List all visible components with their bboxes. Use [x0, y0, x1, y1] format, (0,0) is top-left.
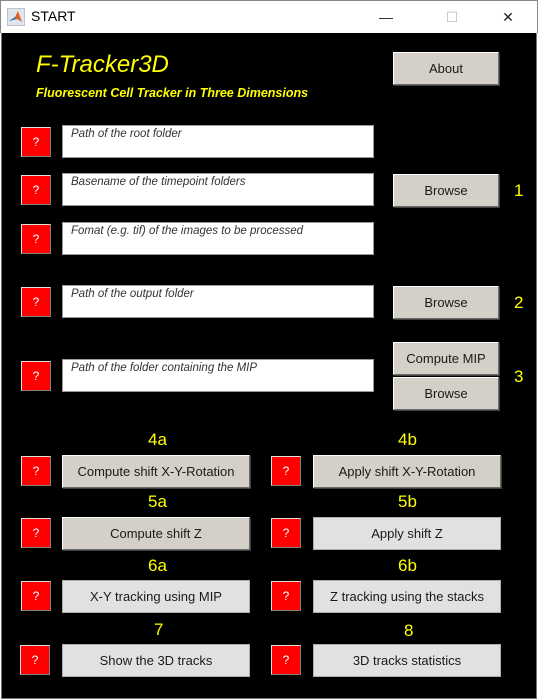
format-field[interactable]: Fomat (e.g. tif) of the images to be pro… — [62, 222, 374, 255]
apply-shift-xy-rotation-button[interactable]: Apply shift X-Y-Rotation — [313, 455, 501, 488]
help-button-output-folder[interactable]: ? — [21, 287, 51, 317]
matlab-icon — [7, 8, 25, 26]
z-tracking-stacks-button[interactable]: Z tracking using the stacks — [313, 580, 501, 613]
xy-tracking-mip-button[interactable]: X-Y tracking using MIP — [62, 580, 250, 613]
help-button-root-folder[interactable]: ? — [21, 127, 51, 157]
minimize-button[interactable]: — — [363, 1, 409, 33]
help-button-5a[interactable]: ? — [21, 518, 51, 548]
help-button-4b[interactable]: ? — [271, 456, 301, 486]
help-button-format[interactable]: ? — [21, 224, 51, 254]
output-folder-field[interactable]: Path of the output folder — [62, 285, 374, 318]
step-number-8: 8 — [404, 621, 414, 640]
browse-button-3[interactable]: Browse — [393, 377, 499, 410]
mip-folder-field[interactable]: Path of the folder containing the MIP — [62, 359, 374, 392]
maximize-button[interactable]: ☐ — [429, 1, 475, 33]
step-number-5a: 5a — [148, 492, 167, 511]
app-title: F-Tracker3D — [36, 51, 169, 78]
apply-shift-z-button[interactable]: Apply shift Z — [313, 517, 501, 550]
step-number-1: 1 — [514, 181, 524, 200]
step-number-6b: 6b — [398, 556, 417, 575]
step-number-4b: 4b — [398, 430, 417, 449]
help-button-6b[interactable]: ? — [271, 581, 301, 611]
help-button-6a[interactable]: ? — [21, 581, 51, 611]
about-button[interactable]: About — [393, 52, 499, 85]
root-folder-field[interactable]: Path of the root folder — [62, 125, 374, 158]
close-icon: ✕ — [502, 8, 514, 25]
help-button-mip-folder[interactable]: ? — [21, 361, 51, 391]
maximize-icon: ☐ — [445, 8, 459, 25]
browse-button-1[interactable]: Browse — [393, 174, 499, 207]
basename-field[interactable]: Basename of the timepoint folders — [62, 173, 374, 206]
help-button-8[interactable]: ? — [271, 645, 301, 675]
help-button-7[interactable]: ? — [20, 645, 50, 675]
step-number-2: 2 — [514, 293, 524, 312]
step-number-7: 7 — [154, 620, 164, 639]
compute-shift-xy-rotation-button[interactable]: Compute shift X-Y-Rotation — [62, 455, 250, 488]
help-button-4a[interactable]: ? — [21, 456, 51, 486]
help-button-basename[interactable]: ? — [21, 175, 51, 205]
show-3d-tracks-button[interactable]: Show the 3D tracks — [62, 644, 250, 677]
browse-button-2[interactable]: Browse — [393, 286, 499, 319]
step-number-5b: 5b — [398, 492, 417, 511]
step-number-6a: 6a — [148, 556, 167, 575]
help-button-5b[interactable]: ? — [271, 518, 301, 548]
compute-mip-button[interactable]: Compute MIP — [393, 342, 499, 375]
compute-shift-z-button[interactable]: Compute shift Z — [62, 517, 250, 550]
step-number-4a: 4a — [148, 430, 167, 449]
step-number-3: 3 — [514, 367, 524, 386]
close-button[interactable]: ✕ — [485, 1, 531, 33]
title-bar: START — ☐ ✕ — [0, 0, 538, 33]
minimize-icon: — — [379, 9, 393, 25]
3d-tracks-statistics-button[interactable]: 3D tracks statistics — [313, 644, 501, 677]
window-title: START — [31, 8, 76, 24]
app-subtitle: Fluorescent Cell Tracker in Three Dimens… — [36, 86, 309, 100]
